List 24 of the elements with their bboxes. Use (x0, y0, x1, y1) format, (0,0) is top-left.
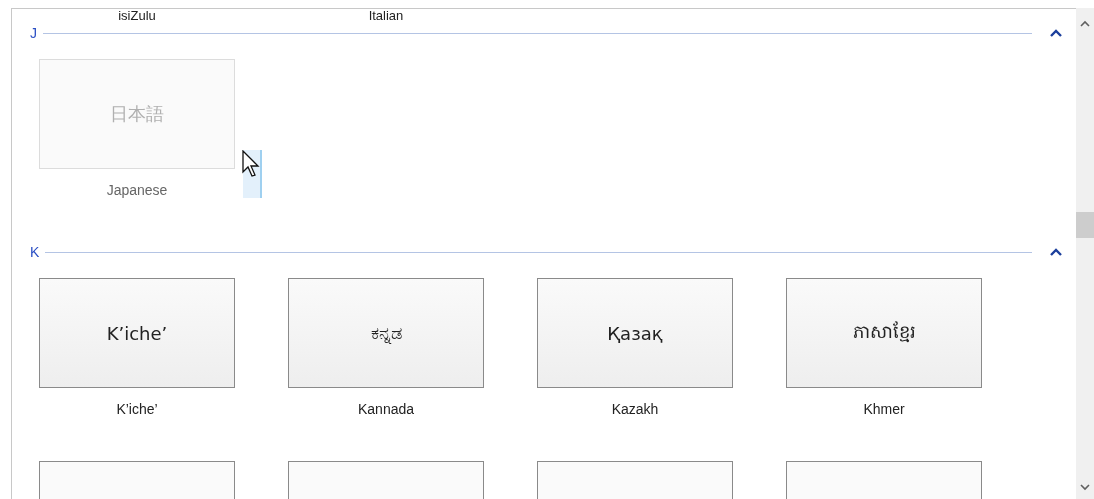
language-name: Khmer (863, 401, 905, 417)
language-tile[interactable]: ភាសាខ្មែរ (786, 278, 982, 388)
language-name: Kannada (357, 401, 415, 417)
language-name: K’iche’ (116, 401, 158, 417)
language-name: Japanese (106, 182, 168, 198)
section-letter: J (30, 25, 37, 41)
language-tile[interactable] (288, 461, 484, 499)
language-tile[interactable] (39, 461, 235, 499)
collapse-chevron-icon[interactable] (1050, 29, 1062, 37)
language-name: Kazakh (611, 401, 659, 417)
language-tile[interactable]: K’iche’ (39, 278, 235, 388)
collapse-chevron-icon[interactable] (1050, 248, 1062, 256)
language-name: Italian (367, 9, 405, 23)
scroll-down-icon[interactable] (1080, 484, 1090, 491)
language-tile[interactable] (537, 461, 733, 499)
language-tile[interactable]: ಕನ್ನಡ (288, 278, 484, 388)
section-letter: K (30, 244, 40, 260)
scroll-up-icon[interactable] (1080, 20, 1090, 27)
language-tile[interactable]: Қазақ (537, 278, 733, 388)
cursor-icon (242, 150, 262, 178)
language-name: isiZulu (117, 9, 157, 23)
scrollbar-thumb[interactable] (1076, 212, 1094, 238)
language-tile[interactable] (786, 461, 982, 499)
scrollbar[interactable] (1076, 8, 1094, 499)
